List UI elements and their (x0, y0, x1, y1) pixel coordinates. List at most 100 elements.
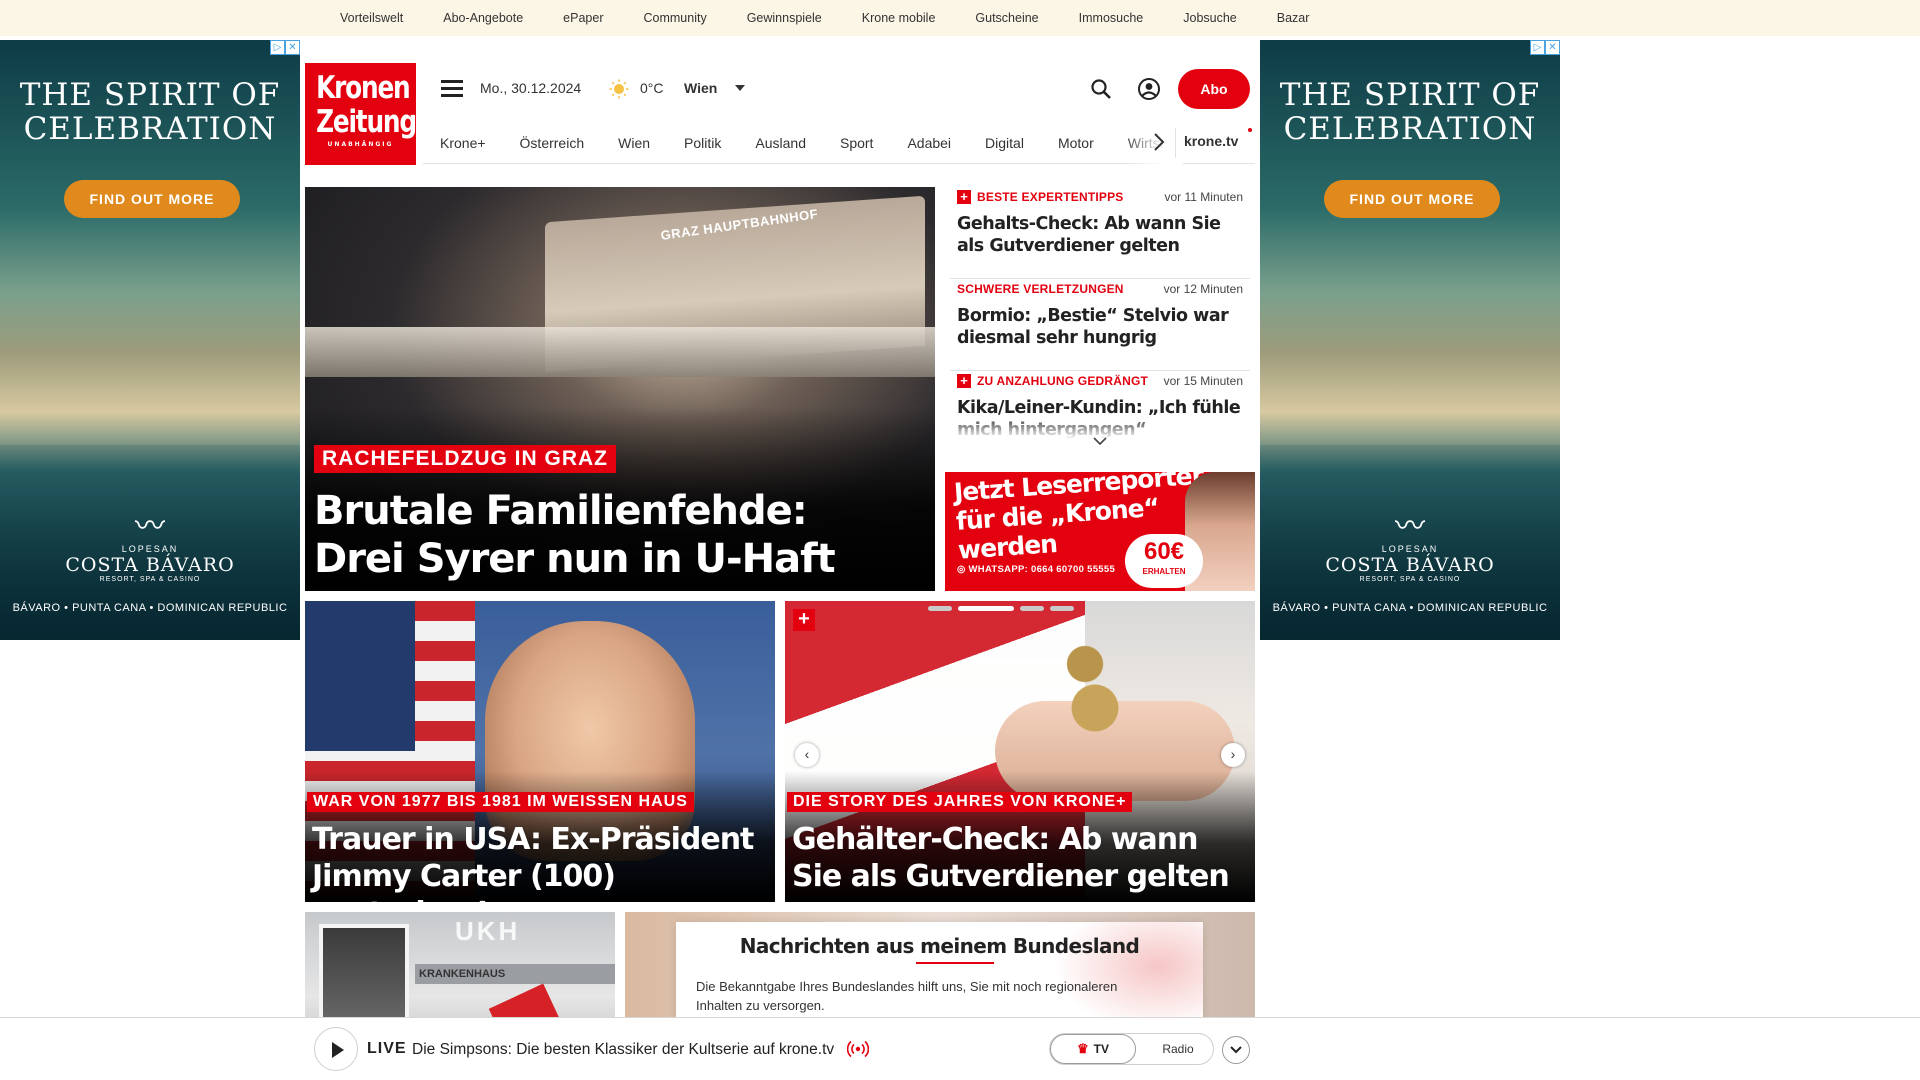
article-carousel[interactable]: + ‹ › DIE STORY DES JAHRES VON KRONE+ Ge… (785, 601, 1255, 902)
page: Vorteilswelt Abo-Angebote ePaper Communi… (0, 0, 1920, 1080)
title-underline (916, 962, 994, 964)
sun-icon (609, 79, 629, 99)
nav-item-krone-plus[interactable]: Krone+ (423, 135, 503, 151)
service-link-vorteilswelt[interactable]: Vorteilswelt (320, 11, 423, 25)
article-headline[interactable]: Gehälter-Check: Ab wann Sie als Gutverdi… (792, 821, 1252, 895)
play-icon (332, 1042, 344, 1058)
dolphin-icon: 〰 (135, 510, 165, 543)
play-button[interactable] (314, 1027, 358, 1071)
region-card-title: Nachrichten aus meinem Bundesland (739, 934, 1140, 958)
ad-brand-sub: RESORT, SPA & CASINO (99, 576, 201, 583)
service-link-jobsuche[interactable]: Jobsuche (1163, 11, 1257, 25)
ad-brand-logo: 〰 LOPESAN COSTA BÁVARO RESORT, SPA & CAS… (0, 510, 300, 583)
carousel-dot[interactable] (928, 606, 952, 611)
teaser-title[interactable]: Gehalts-Check: Ab wann Sie als Gutverdie… (957, 213, 1247, 257)
article-headline[interactable]: Trauer in USA: Ex-Präsident Jimmy Carter… (312, 821, 772, 902)
ad-choices-marker[interactable]: ▷ ✕ (270, 40, 300, 55)
nav-item-oesterreich[interactable]: Österreich (503, 135, 602, 151)
ad-footer: BÁVARO • PUNTA CANA • DOMINICAN REPUBLIC (1272, 602, 1548, 614)
carousel-dot[interactable] (1050, 606, 1074, 611)
temperature: 0°C (640, 80, 664, 96)
service-link-bazar[interactable]: Bazar (1257, 11, 1330, 25)
promo-badge: 60€ ERHALTEN (1125, 534, 1203, 588)
list-item[interactable]: SCHWERE VERLETZUNGEN vor 12 Minuten Borm… (950, 279, 1250, 371)
article-kicker: DIE STORY DES JAHRES VON KRONE+ (787, 792, 1133, 812)
toggle-tv[interactable]: ♛ TV (1050, 1034, 1136, 1064)
dolphin-icon: 〰 (1395, 510, 1425, 543)
account-icon[interactable] (1137, 77, 1161, 101)
leserreporter-banner[interactable]: Jetzt Leserreporter für die „Krone“ werd… (945, 472, 1255, 591)
service-link-epaper[interactable]: ePaper (543, 11, 623, 25)
ad-skyscraper-left[interactable]: ▷ ✕ THE SPIRIT OF CELEBRATION FIND OUT M… (0, 40, 300, 640)
ad-close-icon[interactable]: ✕ (1545, 40, 1560, 55)
carousel-prev-button[interactable]: ‹ (795, 743, 819, 767)
nav-item-motor[interactable]: Motor (1041, 135, 1111, 151)
site-logo[interactable]: Kronen Zeitung UNABHÄNGIG (305, 63, 417, 165)
expand-player-button[interactable] (1222, 1036, 1250, 1064)
krone-plus-icon: + (957, 374, 971, 388)
live-title[interactable]: Die Simpsons: Die besten Klassiker der K… (412, 1041, 834, 1059)
carousel-next-button[interactable]: › (1221, 743, 1245, 767)
service-link-gutscheine[interactable]: Gutscheine (955, 11, 1058, 25)
main-nav: Krone+ Österreich Wien Politik Ausland S… (423, 122, 1255, 164)
ad-cta-button[interactable]: FIND OUT MORE (1324, 180, 1500, 218)
article-headline-line: Jimmy Carter (100) gestorben! (312, 859, 616, 902)
carousel-dot[interactable] (1020, 606, 1044, 611)
ad-title: THE SPIRIT OF CELEBRATION (0, 78, 300, 146)
nav-item-adabei[interactable]: Adabei (890, 135, 968, 151)
nav-item-digital[interactable]: Digital (968, 135, 1041, 151)
teaser-kicker: BESTE EXPERTENTIPPS (977, 190, 1124, 204)
article-kicker: WAR VON 1977 BIS 1981 IM WEISSEN HAUS (307, 792, 694, 812)
region-select[interactable]: Wien (684, 80, 717, 96)
promo-amount: 60€ (1143, 538, 1185, 565)
nav-item-ausland[interactable]: Ausland (738, 135, 823, 151)
ad-info-icon[interactable]: ▷ (270, 40, 285, 55)
ad-cta-button[interactable]: FIND OUT MORE (64, 180, 240, 218)
abo-button[interactable]: Abo (1178, 69, 1250, 109)
teaser-time: vor 11 Minuten (1164, 190, 1244, 204)
menu-icon[interactable] (441, 80, 463, 98)
ad-brand-top: LOPESAN (121, 544, 179, 554)
article-card-carter[interactable]: WAR VON 1977 BIS 1981 IM WEISSEN HAUS Tr… (305, 601, 775, 902)
ad-skyscraper-right[interactable]: ▷ ✕ THE SPIRIT OF CELEBRATION FIND OUT M… (1260, 40, 1560, 640)
carousel-dot-active[interactable] (958, 606, 1014, 611)
service-link-krone-mobile[interactable]: Krone mobile (842, 11, 956, 25)
article-image-sign: KRANKENHAUS (415, 964, 615, 984)
teaser-title[interactable]: Bormio: „Bestie“ Stelvio war diesmal seh… (957, 305, 1247, 349)
nav-item-wien[interactable]: Wien (601, 135, 667, 151)
logo-line: Kronen (316, 70, 411, 106)
ad-brand-logo: 〰 LOPESAN COSTA BÁVARO RESORT, SPA & CAS… (1260, 510, 1560, 583)
nav-item-sport[interactable]: Sport (823, 135, 890, 151)
chevron-down-icon (1230, 1046, 1242, 1054)
ad-title-line: CELEBRATION (1283, 111, 1537, 147)
nav-divider (1175, 128, 1176, 158)
service-link-immosuche[interactable]: Immosuche (1059, 11, 1164, 25)
region-card-text: Die Bekanntgabe Ihres Bundeslandes hilft… (696, 979, 1118, 1013)
toggle-radio[interactable]: Radio (1148, 1034, 1208, 1064)
hero-article[interactable]: GRAZ HAUPTBAHNHOF RACHEFELDZUG IN GRAZ B… (305, 187, 935, 591)
ad-choices-marker[interactable]: ▷ ✕ (1530, 40, 1560, 55)
promo-amount-label: ERHALTEN (1142, 567, 1186, 576)
live-label: LIVE (367, 1040, 407, 1057)
promo-whatsapp-number: WHATSAPP: 0664 60700 55555 (968, 564, 1116, 575)
ad-close-icon[interactable]: ✕ (285, 40, 300, 55)
caret-down-icon[interactable] (735, 85, 745, 91)
logo-line: Zeitung (316, 104, 417, 140)
live-player-bar: LIVE Die Simpsons: Die besten Klassiker … (0, 1017, 1920, 1080)
hero-headline[interactable]: Brutale Familienfehde: Drei Syrer nun in… (314, 487, 924, 583)
chevron-right-icon[interactable] (1152, 132, 1166, 152)
service-link-community[interactable]: Community (623, 11, 726, 25)
ad-info-icon[interactable]: ▷ (1530, 40, 1545, 55)
list-item[interactable]: + BESTE EXPERTENTIPPS vor 11 Minuten Geh… (950, 187, 1250, 279)
nav-item-politik[interactable]: Politik (667, 135, 738, 151)
chevron-down-icon[interactable] (1092, 436, 1108, 446)
krone-plus-icon: + (793, 609, 815, 631)
whatsapp-icon: ◎ (957, 564, 969, 575)
search-icon[interactable] (1090, 78, 1112, 100)
service-link-gewinnspiele[interactable]: Gewinnspiele (727, 11, 842, 25)
teaser-kicker: ZU ANZAHLUNG GEDRÄNGT (977, 374, 1149, 388)
promo-whatsapp: ◎ WHATSAPP: 0664 60700 55555 (957, 564, 1115, 575)
toggle-tv-label: TV (1093, 1042, 1109, 1056)
nav-item-krone-tv[interactable]: krone.tv (1184, 133, 1238, 149)
service-link-abo-angebote[interactable]: Abo-Angebote (423, 11, 543, 25)
